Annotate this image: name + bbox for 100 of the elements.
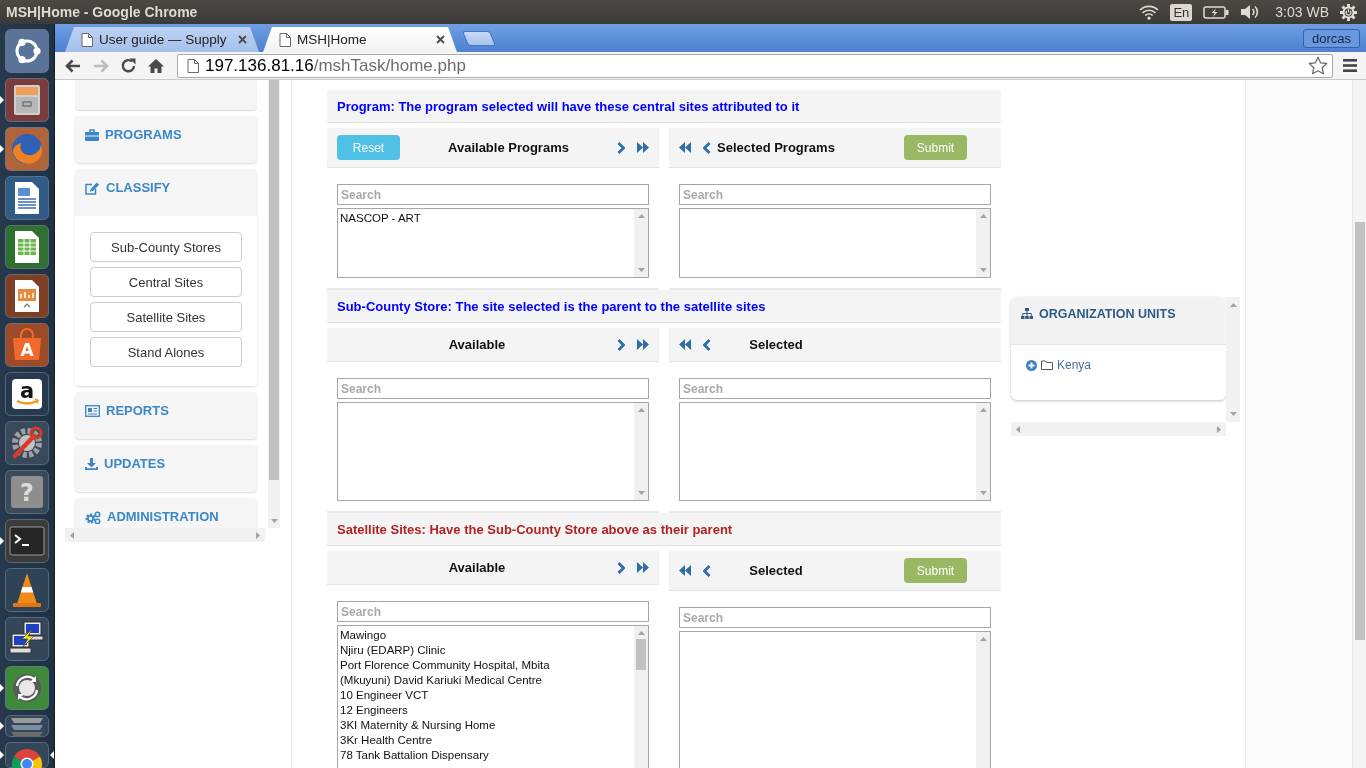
chevron-left-icon[interactable]	[703, 564, 711, 577]
list-option[interactable]: Njiru (EDARP) Clinic	[340, 643, 632, 658]
edit-icon	[85, 181, 100, 195]
search-field[interactable]: Search	[337, 378, 649, 399]
list-option[interactable]: Port Florence Community Hospital, Mbita	[340, 658, 632, 673]
clock[interactable]: 3:03 WB	[1275, 4, 1329, 20]
keyboard-layout-indicator[interactable]: En	[1170, 3, 1193, 21]
scroll-down-icon[interactable]	[637, 268, 645, 272]
sidebar-link[interactable]: CLASSIFY	[75, 169, 257, 216]
scroll-up-icon[interactable]	[979, 637, 987, 641]
scroll-up-icon[interactable]	[979, 214, 987, 218]
chevron-right-icon[interactable]	[617, 338, 625, 351]
scroll-right-icon[interactable]	[256, 531, 260, 539]
search-field[interactable]: Search	[679, 607, 991, 628]
scrollbar-thumb[interactable]	[269, 80, 279, 480]
scrollbar-thumb[interactable]	[1354, 222, 1365, 640]
sitemap-icon	[1021, 308, 1033, 319]
search-field[interactable]: Search	[337, 601, 649, 622]
list-option[interactable]: Mawingo	[340, 628, 632, 643]
list-option[interactable]: NASCOP - ART	[340, 211, 632, 226]
section-heading: Program: The program selected will have these central sites attributed to it	[337, 98, 800, 114]
scrollbar[interactable]	[634, 403, 648, 500]
list-option[interactable]: (Mkuyuni) David Kariuki Medical Centre	[340, 673, 632, 688]
volume-icon[interactable]	[1240, 4, 1261, 20]
submenu-button[interactable]: Sub-County Stores	[90, 232, 242, 262]
profile-button[interactable]: dorcas	[1302, 28, 1360, 48]
list-option[interactable]: 78 Tank Battalion Dispensary	[340, 748, 632, 763]
search-field[interactable]: Search	[337, 184, 649, 205]
scrollbar[interactable]	[976, 209, 990, 277]
sidebar-link[interactable]: ADMINISTRATION	[75, 498, 257, 528]
briefcase-icon	[85, 129, 99, 141]
close-icon[interactable]	[436, 35, 445, 44]
chevron-left-icon[interactable]	[703, 141, 711, 154]
scrollbar[interactable]	[634, 209, 648, 277]
submenu-button[interactable]: Stand Alones	[90, 337, 242, 367]
segmented-circle-icon[interactable]	[0, 742, 54, 768]
address-bar[interactable]: 197.136.81.16/mshTask/home.php	[177, 53, 1333, 78]
double-chevron-left-icon[interactable]	[679, 142, 691, 153]
home-icon[interactable]	[147, 57, 165, 74]
list-option[interactable]: 10 Engineer VCT	[340, 688, 632, 703]
scroll-down-icon[interactable]	[270, 519, 278, 523]
scroll-up-icon[interactable]	[1229, 303, 1237, 307]
scrollbar[interactable]	[976, 632, 990, 768]
panel-title: Available	[447, 560, 507, 575]
double-chevron-left-icon[interactable]	[679, 339, 691, 350]
chevron-right-icon[interactable]	[617, 561, 625, 574]
document-icon	[187, 58, 199, 73]
double-chevron-right-icon[interactable]	[637, 339, 649, 350]
scrollbar[interactable]	[634, 626, 648, 768]
scrollbar[interactable]	[65, 528, 265, 542]
scroll-up-icon[interactable]	[979, 408, 987, 412]
list-option[interactable]: 3Kr Health Centre	[340, 733, 632, 748]
cog-icon[interactable]	[1340, 3, 1357, 21]
double-chevron-left-icon[interactable]	[679, 565, 691, 576]
submenu-button[interactable]: Central Sites	[90, 267, 242, 297]
scrollbar[interactable]	[976, 403, 990, 500]
scroll-down-icon[interactable]	[979, 268, 987, 272]
scrollbar-thumb[interactable]	[636, 639, 646, 670]
list-option[interactable]: 12 Engineers	[340, 703, 632, 718]
search-field[interactable]: Search	[679, 378, 991, 399]
scroll-up-icon[interactable]	[637, 631, 645, 635]
card-title: ORGANIZATION UNITS	[1039, 306, 1176, 321]
double-chevron-right-icon[interactable]	[637, 562, 649, 573]
scroll-down-icon[interactable]	[979, 491, 987, 495]
chevron-right-icon[interactable]	[617, 141, 625, 154]
browser-tab[interactable]: User guide — Supply	[65, 27, 259, 52]
sidebar-link[interactable]: UPDATES	[75, 445, 257, 492]
back-icon[interactable]	[64, 57, 82, 74]
scrollbar[interactable]	[268, 80, 280, 528]
scrollbar[interactable]	[1226, 297, 1240, 422]
list-box[interactable]: NASCOP - ART	[337, 208, 649, 278]
star-icon[interactable]	[1308, 56, 1328, 75]
tree-node-label[interactable]: Kenya	[1057, 358, 1092, 372]
sidebar-link[interactable]: PROGRAMS	[75, 116, 257, 163]
scroll-left-icon[interactable]	[70, 531, 74, 539]
battery-icon[interactable]	[1203, 5, 1230, 19]
list-option[interactable]: 3KI Maternity & Nursing Home	[340, 718, 632, 733]
expand-icon[interactable]	[1026, 359, 1037, 371]
sidebar-link[interactable]: REPORTS	[75, 392, 257, 439]
scroll-right-icon[interactable]	[1217, 425, 1221, 433]
panel-title: Available	[447, 337, 507, 352]
scroll-down-icon[interactable]	[1229, 412, 1237, 416]
list-box[interactable]	[337, 625, 649, 768]
reload-icon[interactable]	[120, 57, 137, 74]
scroll-left-icon[interactable]	[1016, 425, 1020, 433]
scrollbar[interactable]	[1011, 422, 1226, 436]
scroll-up-icon[interactable]	[637, 214, 645, 218]
double-chevron-right-icon[interactable]	[637, 142, 649, 153]
section-heading: Sub-County Store: The site selected is the parent to the satellite sites	[337, 298, 766, 314]
wifi-icon[interactable]	[1139, 4, 1160, 20]
scroll-down-icon[interactable]	[637, 491, 645, 495]
menu-icon[interactable]	[1343, 59, 1357, 72]
scrollbar[interactable]	[1352, 80, 1366, 768]
submenu-button[interactable]: Satellite Sites	[90, 302, 242, 332]
scroll-up-icon[interactable]	[637, 408, 645, 412]
chevron-left-icon[interactable]	[703, 338, 711, 351]
browser-tab[interactable]: MSH|Home	[263, 27, 457, 52]
search-field[interactable]: Search	[679, 184, 991, 205]
close-icon[interactable]	[238, 35, 247, 44]
window-title: MSH|Home - Google Chrome	[6, 4, 199, 20]
